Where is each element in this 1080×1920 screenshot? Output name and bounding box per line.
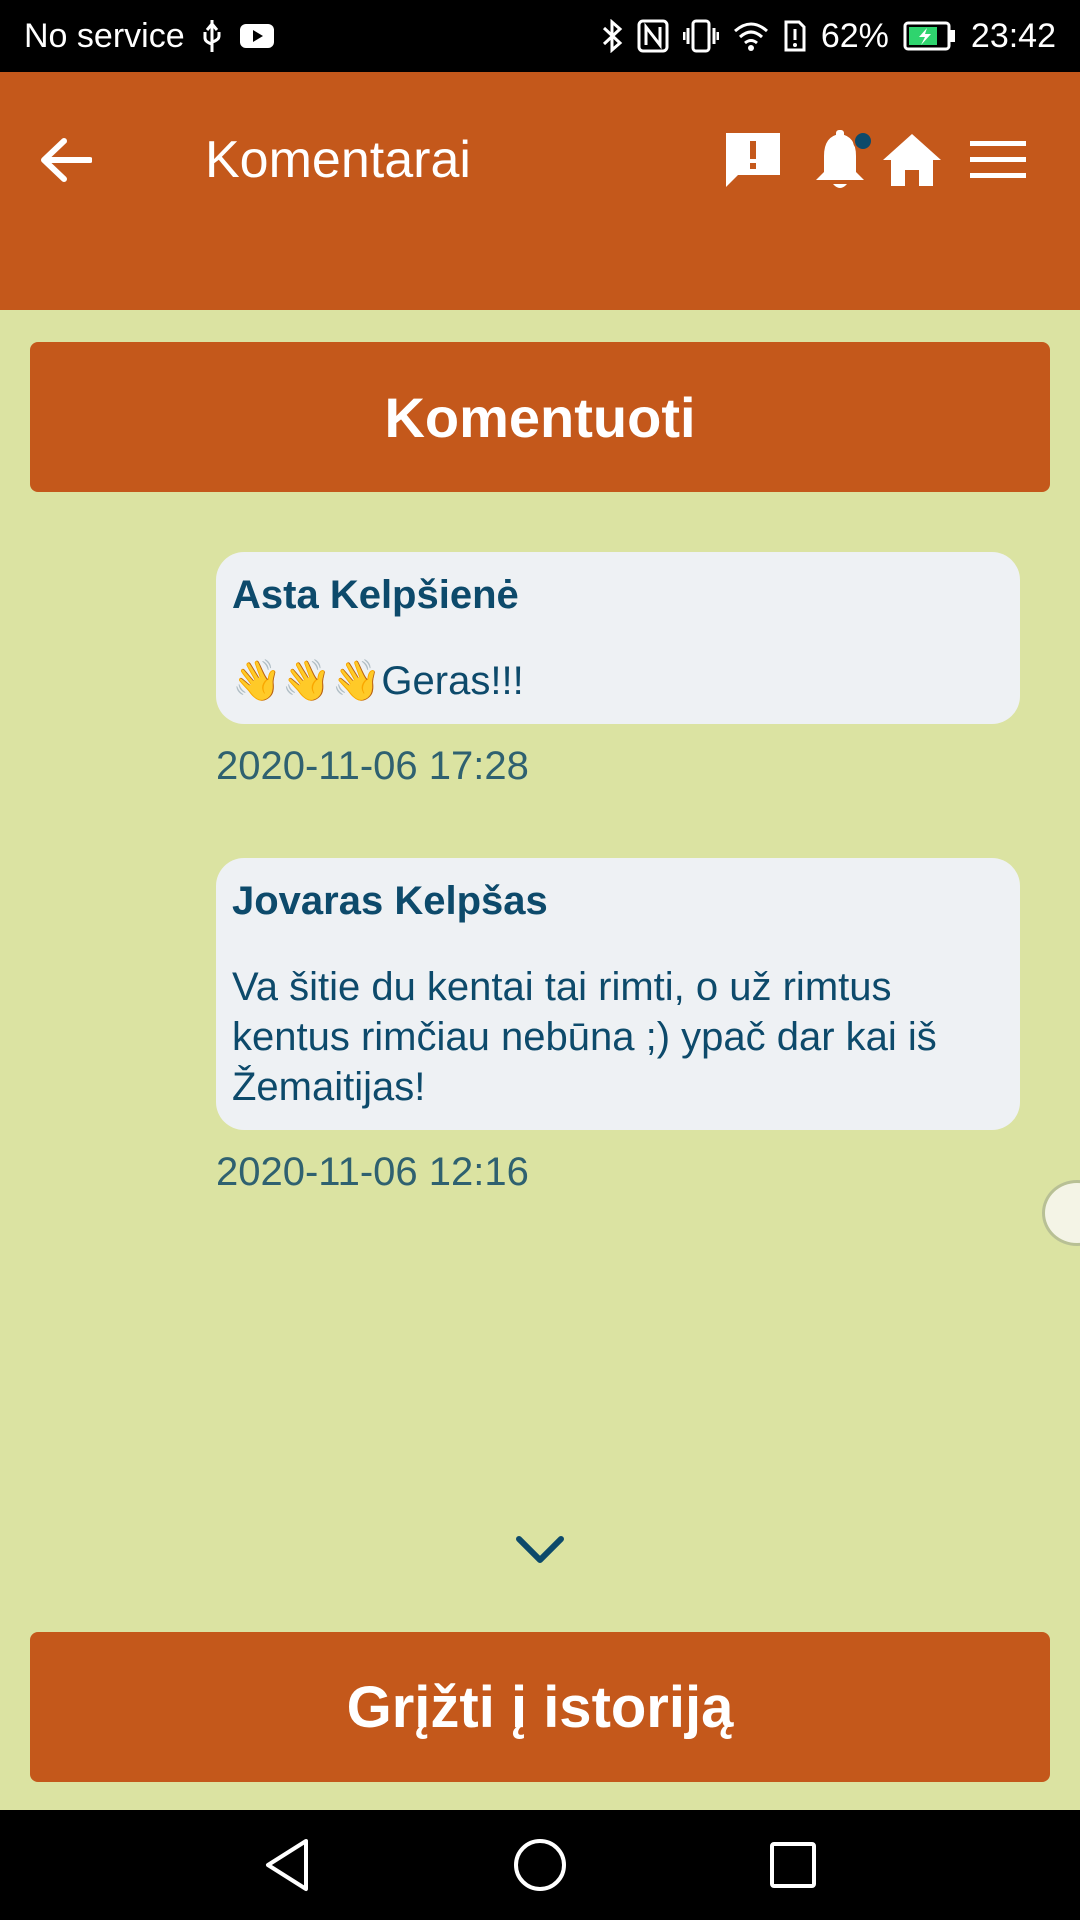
back-button[interactable] — [36, 130, 96, 190]
menu-button[interactable] — [963, 125, 1033, 195]
menu-icon — [970, 141, 1026, 178]
comment-bubble: Asta Kelpšienė 👋👋👋Geras!!! — [216, 552, 1020, 724]
comment-item: Asta Kelpšienė 👋👋👋Geras!!! 2020-11-06 17… — [216, 552, 1020, 789]
comment-author: Asta Kelpšienė — [232, 573, 519, 617]
carrier-text: No service — [24, 16, 185, 55]
return-to-story-button[interactable]: Grįžti į istoriją — [30, 1632, 1050, 1782]
battery-percent: 62% — [820, 16, 889, 55]
comment-text: Va šitie du kentai tai rimti, o už rimtu… — [232, 965, 937, 1109]
side-scroll-handle[interactable] — [1042, 1180, 1080, 1246]
chevron-down-icon — [516, 1536, 564, 1563]
comment-item: Jovaras Kelpšas Va šitie du kentai tai r… — [216, 858, 1020, 1195]
comment-timestamp: 2020-11-06 12:16 — [216, 1150, 529, 1194]
status-right: 62% 23:42 — [601, 17, 1056, 56]
nav-home-button[interactable] — [495, 1820, 585, 1910]
home-icon — [883, 134, 941, 186]
comment-timestamp: 2020-11-06 17:28 — [216, 744, 529, 788]
status-left: No service — [24, 17, 275, 56]
nav-recents-button[interactable] — [748, 1820, 838, 1910]
comment-author: Jovaras Kelpšas — [232, 879, 548, 923]
report-button[interactable] — [718, 125, 788, 195]
bluetooth-icon — [601, 19, 623, 53]
notification-dot — [853, 131, 873, 151]
page-title: Komentarai — [205, 131, 471, 189]
home-button[interactable] — [877, 125, 947, 195]
notifications-button[interactable] — [805, 125, 875, 195]
app-bar: Komentarai — [0, 72, 1080, 310]
vibrate-icon — [682, 19, 719, 53]
scroll-down-button[interactable] — [510, 1530, 570, 1570]
status-bar: No service 62% 23:42 — [0, 0, 1080, 72]
clock: 23:42 — [970, 16, 1056, 55]
nav-recents-icon — [770, 1842, 817, 1888]
comment-bubble: Jovaras Kelpšas Va šitie du kentai tai r… — [216, 858, 1020, 1130]
battery-icon — [903, 21, 957, 51]
system-nav-bar — [0, 1810, 1080, 1920]
report-icon — [726, 133, 780, 187]
battery-alert-icon — [783, 19, 807, 53]
youtube-icon — [239, 22, 275, 50]
usb-icon — [199, 18, 225, 54]
back-arrow-icon — [41, 138, 92, 182]
nfc-icon — [637, 19, 669, 53]
nav-back-icon — [265, 1839, 308, 1891]
comment-button[interactable]: Komentuoti — [30, 342, 1050, 492]
comment-text: 👋👋👋Geras!!! — [232, 659, 524, 703]
nav-home-icon — [513, 1839, 566, 1891]
nav-back-button[interactable] — [242, 1820, 332, 1910]
wifi-icon — [733, 21, 769, 51]
